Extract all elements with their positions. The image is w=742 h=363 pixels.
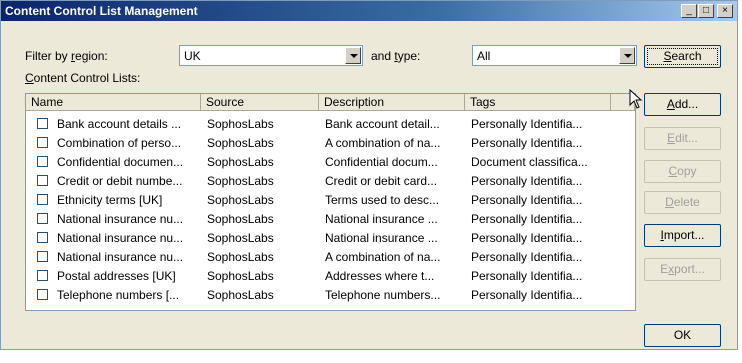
table-row[interactable]: Credit or debit numbe... SophosLabs Cred…: [26, 172, 635, 191]
cell-source: SophosLabs: [207, 250, 274, 264]
table-row[interactable]: Confidential documen... SophosLabs Confi…: [26, 153, 635, 172]
minimize-button[interactable]: _: [681, 4, 697, 18]
cell-tags: Personally Identifia...: [471, 288, 583, 302]
copy-button[interactable]: Copy: [644, 160, 721, 183]
mouse-pointer-icon: [629, 89, 643, 109]
cell-source: SophosLabs: [207, 155, 274, 169]
cell-source: SophosLabs: [207, 231, 274, 245]
column-description[interactable]: Description: [319, 94, 465, 111]
cell-description: National insurance ...: [325, 231, 438, 245]
cell-source: SophosLabs: [207, 136, 274, 150]
cell-name: Combination of perso...: [57, 136, 182, 150]
column-source[interactable]: Source: [201, 94, 319, 111]
cell-tags: Personally Identifia...: [471, 231, 583, 245]
cell-name: Credit or debit numbe...: [57, 174, 183, 188]
close-button[interactable]: ×: [717, 4, 733, 18]
type-select[interactable]: All: [472, 45, 637, 66]
cell-name: National insurance nu...: [57, 250, 184, 264]
row-checkbox[interactable]: [37, 194, 48, 205]
chevron-down-icon[interactable]: [619, 47, 635, 64]
cell-source: SophosLabs: [207, 269, 274, 283]
maximize-button[interactable]: □: [698, 4, 714, 18]
cell-name: Telephone numbers [...: [57, 288, 180, 302]
row-checkbox[interactable]: [37, 175, 48, 186]
list-header: Name Source Description Tags: [26, 94, 635, 112]
region-select[interactable]: UK: [179, 45, 363, 66]
ok-button[interactable]: OK: [644, 324, 721, 347]
cell-name: Confidential documen...: [57, 155, 184, 169]
column-tags[interactable]: Tags: [465, 94, 611, 111]
table-row[interactable]: Bank account details ... SophosLabs Bank…: [26, 115, 635, 134]
content-control-list[interactable]: Name Source Description Tags Bank accoun…: [25, 93, 636, 311]
add-button[interactable]: Add...: [644, 93, 721, 116]
row-checkbox[interactable]: [37, 289, 48, 300]
cell-tags: Document classifica...: [471, 155, 588, 169]
delete-button[interactable]: Delete: [644, 191, 721, 214]
search-button[interactable]: Search: [644, 45, 721, 68]
cell-source: SophosLabs: [207, 288, 274, 302]
type-label: and type:: [371, 49, 421, 63]
cell-description: A combination of na...: [325, 136, 441, 150]
cell-name: Bank account details ...: [57, 117, 182, 131]
cell-description: Terms used to desc...: [325, 193, 440, 207]
cell-tags: Personally Identifia...: [471, 117, 583, 131]
content-control-lists-label: Content Control Lists:: [25, 71, 141, 85]
cell-tags: Personally Identifia...: [471, 212, 583, 226]
cell-name: National insurance nu...: [57, 231, 184, 245]
cell-source: SophosLabs: [207, 117, 274, 131]
cell-tags: Personally Identifia...: [471, 250, 583, 264]
cell-description: Addresses where t...: [325, 269, 435, 283]
edit-button[interactable]: Edit...: [644, 127, 721, 150]
table-row[interactable]: Combination of perso... SophosLabs A com…: [26, 134, 635, 153]
cell-source: SophosLabs: [207, 212, 274, 226]
cell-description: Bank account detail...: [325, 117, 440, 131]
cell-source: SophosLabs: [207, 174, 274, 188]
cell-description: Credit or debit card...: [325, 174, 438, 188]
region-value: UK: [184, 49, 201, 63]
type-value: All: [477, 49, 491, 63]
row-checkbox[interactable]: [37, 251, 48, 262]
cell-tags: Personally Identifia...: [471, 269, 583, 283]
title-bar[interactable]: Content Control List Management _ □ ×: [1, 1, 737, 21]
table-row[interactable]: National insurance nu... SophosLabs A co…: [26, 248, 635, 267]
table-row[interactable]: Ethnicity terms [UK] SophosLabs Terms us…: [26, 191, 635, 210]
table-row[interactable]: National insurance nu... SophosLabs Nati…: [26, 210, 635, 229]
export-button[interactable]: Export...: [644, 258, 721, 281]
table-row[interactable]: National insurance nu... SophosLabs Nati…: [26, 229, 635, 248]
table-row[interactable]: Postal addresses [UK] SophosLabs Address…: [26, 267, 635, 286]
window-title: Content Control List Management: [5, 4, 198, 18]
column-name[interactable]: Name: [26, 94, 201, 111]
content-control-dialog: Content Control List Management _ □ × Fi…: [0, 0, 738, 350]
cell-source: SophosLabs: [207, 193, 274, 207]
row-checkbox[interactable]: [37, 213, 48, 224]
cell-tags: Personally Identifia...: [471, 174, 583, 188]
row-checkbox[interactable]: [37, 137, 48, 148]
cell-description: Confidential docum...: [325, 155, 438, 169]
table-row[interactable]: Telephone numbers [... SophosLabs Teleph…: [26, 286, 635, 305]
row-checkbox[interactable]: [37, 156, 48, 167]
row-checkbox[interactable]: [37, 118, 48, 129]
cell-description: Telephone numbers...: [325, 288, 441, 302]
cell-name: Ethnicity terms [UK]: [57, 193, 163, 207]
cell-tags: Personally Identifia...: [471, 136, 583, 150]
row-checkbox[interactable]: [37, 232, 48, 243]
cell-tags: Personally Identifia...: [471, 193, 583, 207]
cell-description: A combination of na...: [325, 250, 441, 264]
chevron-down-icon[interactable]: [345, 47, 361, 64]
cell-name: Postal addresses [UK]: [57, 269, 176, 283]
cell-name: National insurance nu...: [57, 212, 184, 226]
row-checkbox[interactable]: [37, 270, 48, 281]
region-label: Filter by region:: [25, 49, 108, 63]
cell-description: National insurance ...: [325, 212, 438, 226]
import-button[interactable]: Import...: [644, 224, 721, 247]
